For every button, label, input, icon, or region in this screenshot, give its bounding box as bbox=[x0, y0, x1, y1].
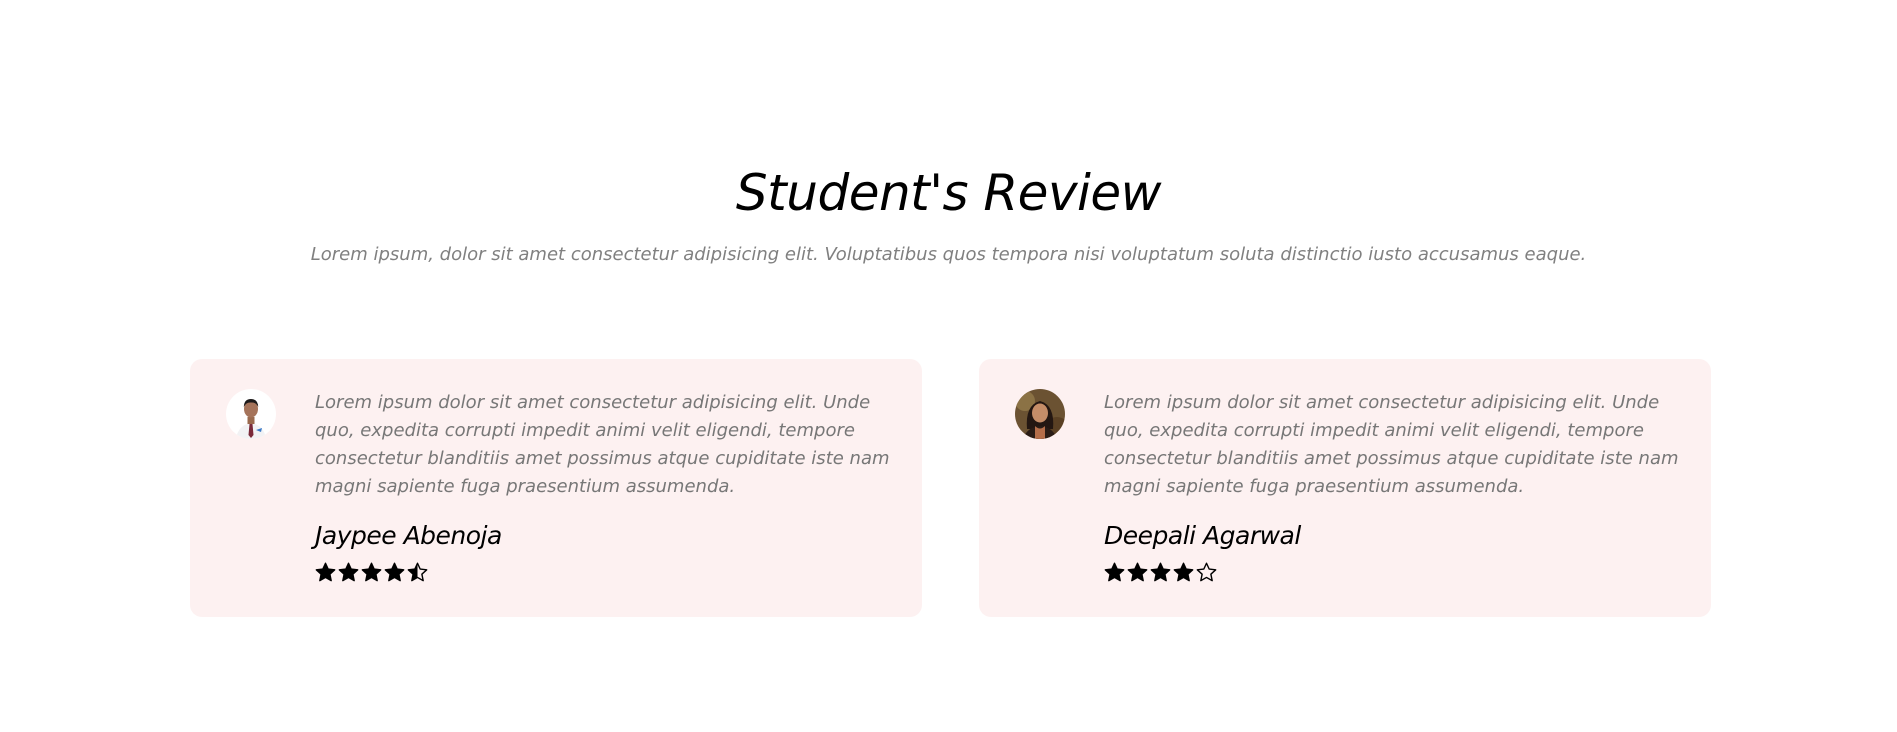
section-title: Student's Review bbox=[735, 164, 1162, 222]
star-full-icon bbox=[338, 562, 359, 582]
review-text: Lorem ipsum dolor sit amet consectetur a… bbox=[315, 392, 890, 497]
star-rating bbox=[1104, 561, 1217, 587]
avatar bbox=[226, 389, 276, 439]
star-empty-icon bbox=[1196, 562, 1217, 582]
review-card: Lorem ipsum dolor sit amet consectetur a… bbox=[979, 359, 1711, 617]
star-rating bbox=[315, 561, 428, 587]
reviews-section: Student's Review Lorem ipsum, dolor sit … bbox=[0, 0, 1897, 732]
star-full-icon bbox=[1104, 562, 1125, 582]
star-full-icon bbox=[1173, 562, 1194, 582]
star-full-icon bbox=[1150, 562, 1171, 582]
star-half-icon bbox=[407, 562, 428, 582]
female-student-avatar-icon bbox=[1015, 389, 1065, 439]
male-student-avatar-icon bbox=[226, 389, 276, 439]
star-full-icon bbox=[315, 562, 336, 582]
avatar bbox=[1015, 389, 1065, 439]
review-text: Lorem ipsum dolor sit amet consectetur a… bbox=[1104, 392, 1679, 497]
star-full-icon bbox=[361, 562, 382, 582]
star-full-icon bbox=[1127, 562, 1148, 582]
reviewer-name: Jaypee Abenoja bbox=[315, 521, 502, 550]
star-full-icon bbox=[384, 562, 405, 582]
reviewer-name: Deepali Agarwal bbox=[1104, 521, 1301, 550]
review-card: Lorem ipsum dolor sit amet consectetur a… bbox=[190, 359, 922, 617]
section-subtitle: Lorem ipsum, dolor sit amet consectetur … bbox=[310, 244, 1587, 265]
